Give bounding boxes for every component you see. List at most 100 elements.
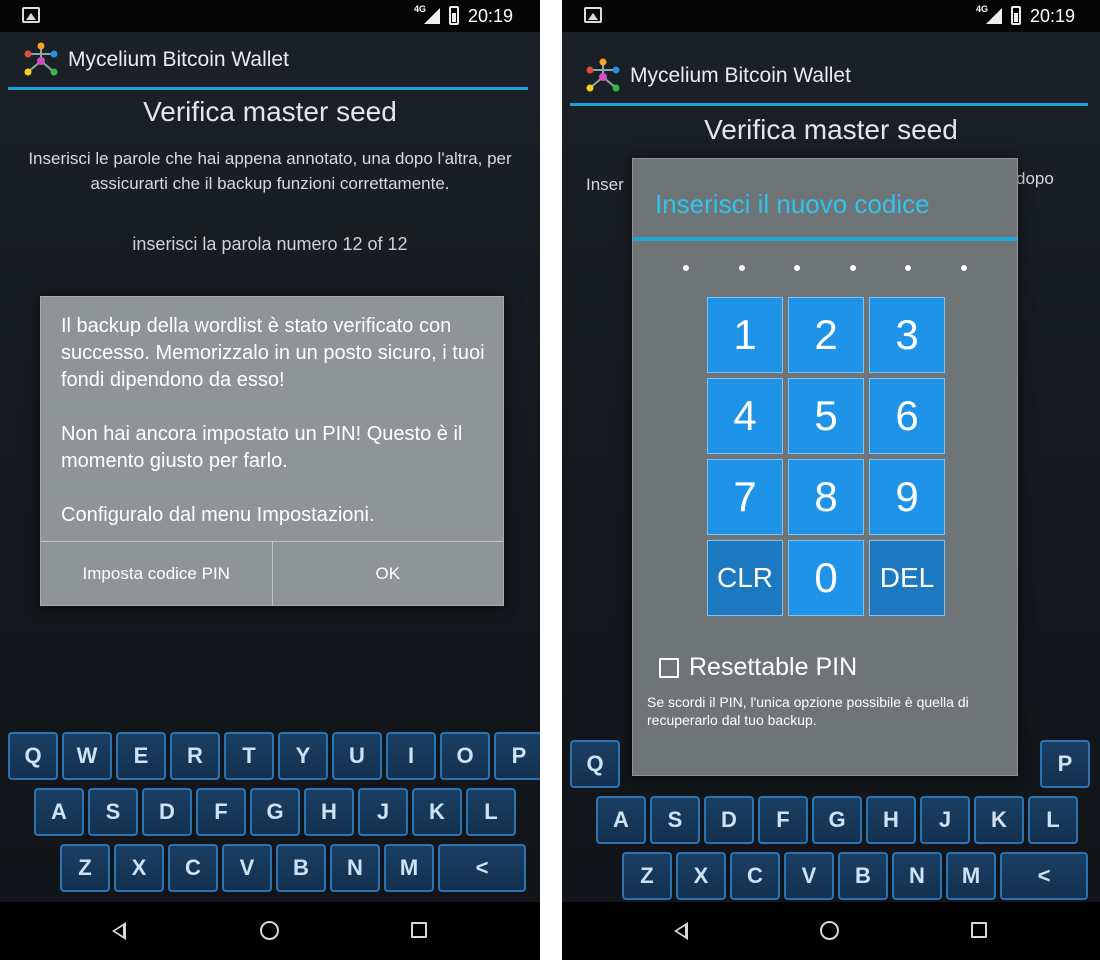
key-m[interactable]: M [946,852,996,900]
pin-key-8[interactable]: 8 [788,459,864,535]
key-s[interactable]: S [650,796,700,844]
recent-apps-icon[interactable] [971,922,987,938]
key-q[interactable]: Q [8,732,58,780]
delete-button[interactable]: DEL [869,540,945,616]
pin-key-6[interactable]: 6 [869,378,945,454]
backup-success-dialog: Il backup della wordlist è stato verific… [40,296,504,606]
key-s[interactable]: S [88,788,138,836]
key-v[interactable]: V [784,852,834,900]
key-x[interactable]: X [114,844,164,892]
image-notification-icon [584,7,602,23]
key-m[interactable]: M [384,844,434,892]
key-h[interactable]: H [304,788,354,836]
pin-key-4[interactable]: 4 [707,378,783,454]
dialog-paragraph: Il backup della wordlist è stato verific… [61,315,485,391]
mycelium-logo-icon [586,58,620,92]
pin-key-1[interactable]: 1 [707,297,783,373]
key-d[interactable]: D [704,796,754,844]
dialog-paragraph: Non hai ancora impostato un PIN! Questo … [61,423,463,472]
resettable-pin-option[interactable]: Resettable PIN [659,653,857,682]
pin-key-0[interactable]: 0 [788,540,864,616]
key-n[interactable]: N [330,844,380,892]
pin-dot [905,265,912,271]
key-d[interactable]: D [142,788,192,836]
key-o[interactable]: O [440,732,490,780]
resettable-pin-label: Resettable PIN [689,653,858,681]
pin-key-2[interactable]: 2 [788,297,864,373]
backspace-key[interactable]: < [438,844,526,892]
key-q[interactable]: Q [570,740,620,788]
key-z[interactable]: Z [622,852,672,900]
pin-key-3[interactable]: 3 [869,297,945,373]
home-icon[interactable] [820,921,839,940]
key-f[interactable]: F [758,796,808,844]
recent-apps-icon[interactable] [411,922,427,938]
pin-keypad: 1 2 3 4 5 6 7 8 9 CLR 0 DEL [707,297,945,616]
pin-dot [794,265,801,271]
set-pin-button[interactable]: Imposta codice PIN [41,542,272,605]
pin-dialog-divider [633,237,1017,241]
app-bar: Mycelium Bitcoin Wallet [0,34,540,90]
signal-icon [986,8,1002,24]
status-time: 20:19 [1030,6,1076,26]
key-b[interactable]: B [838,852,888,900]
key-t[interactable]: T [224,732,274,780]
app-bar-divider [570,103,1088,106]
key-p[interactable]: P [494,732,540,780]
intro-text-fragment-right: dopo [1016,169,1054,188]
key-p[interactable]: P [1040,740,1090,788]
key-u[interactable]: U [332,732,382,780]
key-n[interactable]: N [892,852,942,900]
mycelium-logo-icon [24,42,58,76]
back-icon[interactable] [112,922,126,940]
key-e[interactable]: E [116,732,166,780]
signal-icon [424,8,440,24]
key-z[interactable]: Z [60,844,110,892]
pin-dot [738,265,745,271]
key-h[interactable]: H [866,796,916,844]
pin-dialog-title: Inserisci il nuovo codice [655,189,930,219]
key-c[interactable]: C [730,852,780,900]
key-l[interactable]: L [466,788,516,836]
key-l[interactable]: L [1028,796,1078,844]
key-f[interactable]: F [196,788,246,836]
key-j[interactable]: J [920,796,970,844]
key-a[interactable]: A [34,788,84,836]
key-w[interactable]: W [62,732,112,780]
pin-key-9[interactable]: 9 [869,459,945,535]
key-a[interactable]: A [596,796,646,844]
back-icon[interactable] [674,922,688,940]
key-c[interactable]: C [168,844,218,892]
battery-icon [449,6,459,25]
key-y[interactable]: Y [278,732,328,780]
intro-text-fragment-left: Inser [586,175,624,194]
pin-digit-dots [683,265,967,271]
clear-button[interactable]: CLR [707,540,783,616]
app-screen: Mycelium Bitcoin Wallet Verifica master … [0,32,540,902]
key-x[interactable]: X [676,852,726,900]
image-notification-icon [22,7,40,23]
home-icon[interactable] [260,921,279,940]
key-i[interactable]: I [386,732,436,780]
dialog-message: Il backup della wordlist è stato verific… [61,313,487,529]
app-screen: Mycelium Bitcoin Wallet Verifica master … [562,32,1100,902]
app-title: Mycelium Bitcoin Wallet [630,64,851,87]
pin-key-7[interactable]: 7 [707,459,783,535]
pin-key-5[interactable]: 5 [788,378,864,454]
pin-dot [960,265,967,271]
key-g[interactable]: G [812,796,862,844]
intro-text: Inserisci le parole che hai appena annot… [28,149,512,193]
keyboard-row-2: A S D F G H J K L [596,796,1078,844]
key-v[interactable]: V [222,844,272,892]
resettable-pin-checkbox[interactable] [659,657,679,678]
key-j[interactable]: J [358,788,408,836]
key-k[interactable]: K [412,788,462,836]
key-k[interactable]: K [974,796,1024,844]
key-b[interactable]: B [276,844,326,892]
ok-button[interactable]: OK [271,542,504,605]
keyboard-row-1-right: P [1040,740,1090,788]
backspace-key[interactable]: < [1000,852,1088,900]
key-r[interactable]: R [170,732,220,780]
key-g[interactable]: G [250,788,300,836]
word-number-prompt: inserisci la parola numero 12 of 12 [132,234,408,254]
